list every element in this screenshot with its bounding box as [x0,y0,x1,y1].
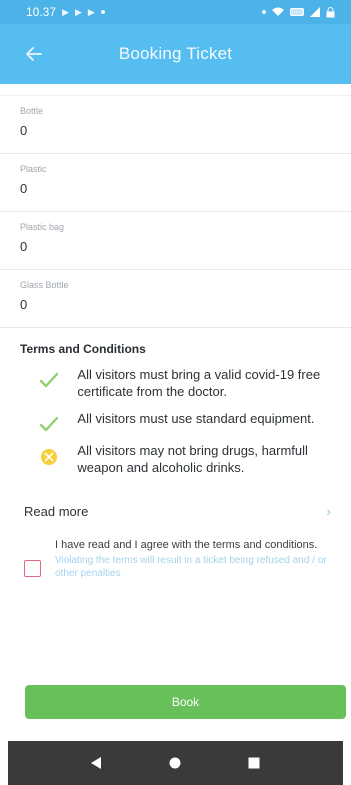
agree-content: I have read and I agree with the terms a… [55,538,331,580]
battery-icon [290,8,304,16]
agree-checkbox[interactable] [24,560,41,577]
field-value[interactable]: 0 [20,181,27,196]
status-bar: 10.37 ▶ ▶ ▶ [0,0,351,24]
terms-item: All visitors must use standard equipment… [20,410,331,432]
status-left: 10.37 ▶ ▶ ▶ [26,5,105,19]
notification-dot-icon [262,10,266,14]
notification-dot-icon [100,10,105,14]
signal-icon [310,7,320,17]
nav-home-icon[interactable] [169,757,181,769]
wifi-icon [272,7,284,16]
status-time: 10.37 [26,5,57,19]
terms-text: All visitors may not bring drugs, harmfu… [77,443,308,475]
lock-icon [326,6,335,17]
plastic-bag-field[interactable]: Plastic bag 0 [0,212,351,270]
page-title: Booking Ticket [118,44,233,63]
nav-recents-icon[interactable] [248,757,260,769]
prohibited-icon [20,442,77,466]
play-icon: ▶ [87,6,95,17]
terms-text: All visitors must use standard equipment… [77,411,315,426]
terms-item: All visitors must bring a valid covid-19… [20,366,331,400]
terms-title: Terms and Conditions [20,342,146,356]
nav-back-icon[interactable] [91,757,103,769]
field-label: Glass Bottle [20,280,69,290]
plastic-field[interactable]: Plastic 0 [0,154,351,212]
agree-note: Violating the terms will result in a tic… [55,555,327,579]
agree-row: I have read and I agree with the terms a… [0,526,351,580]
field-value[interactable]: 0 [20,123,27,138]
play-icon: ▶ [74,6,82,17]
glass-bottle-field[interactable]: Glass Bottle 0 [0,270,351,328]
app-bar: Booking Ticket [0,24,351,84]
field-value[interactable]: 0 [20,297,27,312]
field-label: Plastic [20,164,47,174]
bottle-field[interactable]: Bottle 0 [0,96,351,154]
terms-section: Terms and Conditions All visitors must b… [0,342,351,476]
field-label: Plastic bag [20,222,65,232]
divider [0,84,351,96]
field-value[interactable]: 0 [20,239,27,254]
terms-text: All visitors must bring a valid covid-19… [77,367,321,399]
book-button[interactable]: Book [25,685,346,719]
check-icon [20,366,77,388]
check-icon [20,410,77,432]
back-arrow-icon[interactable] [24,44,44,64]
field-label: Bottle [20,106,44,116]
agree-text: I have read and I agree with the terms a… [55,539,318,551]
terms-item: All visitors may not bring drugs, harmfu… [20,442,331,476]
chevron-right-icon: › [326,503,331,519]
play-icon: ▶ [62,6,69,17]
read-more-row[interactable]: Read more › [0,486,351,526]
system-nav-bar [8,741,343,785]
read-more-label: Read more [24,503,89,519]
status-right [262,6,335,18]
waste-form: Bottle 0 Plastic 0 Plastic bag 0 Glass B… [0,84,351,328]
